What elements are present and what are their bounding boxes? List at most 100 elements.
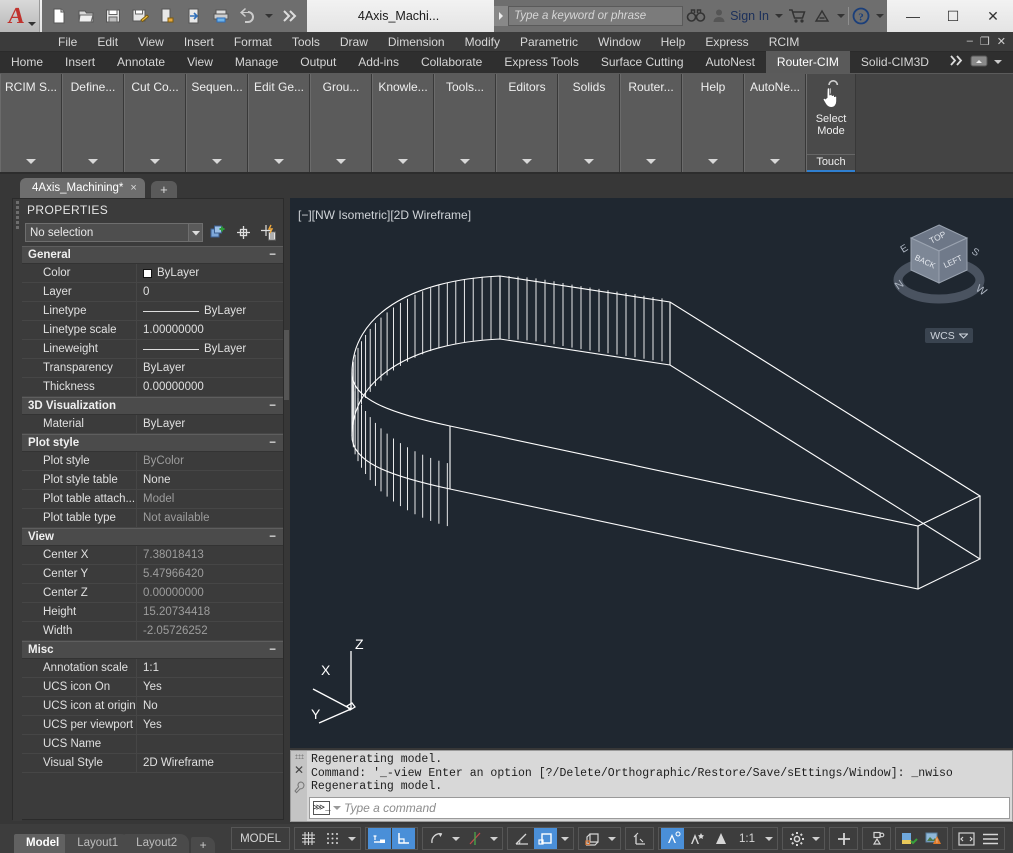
property-row-ucs-name[interactable]: UCS Name	[19, 735, 283, 754]
ribbon-state-caret-icon[interactable]	[994, 60, 1002, 64]
group-header-general[interactable]: General −	[19, 246, 283, 264]
new-layout-button[interactable]: +	[191, 837, 215, 853]
polar-caret-icon[interactable]	[449, 828, 462, 849]
drag-handle-icon[interactable]	[295, 754, 304, 759]
touch-panel-footer[interactable]: Touch	[807, 154, 855, 172]
chevron-down-icon[interactable]	[88, 159, 98, 164]
palette-grip[interactable]	[13, 199, 22, 821]
menu-tools[interactable]: Tools	[282, 32, 330, 52]
print-icon[interactable]	[209, 4, 233, 28]
export-icon[interactable]	[182, 4, 206, 28]
property-row-plot-table-attachment[interactable]: Plot table attach... Model	[19, 490, 283, 509]
sign-in-button[interactable]: Sign In	[709, 8, 772, 24]
annotation-scale-caret-icon[interactable]	[762, 828, 775, 849]
doc-minimize-icon[interactable]: –	[967, 35, 973, 48]
object-snap-caret-icon[interactable]	[558, 828, 571, 849]
ribbon-panel-editors[interactable]: Editors	[496, 74, 558, 172]
property-row-material[interactable]: Material ByLayer	[19, 415, 283, 434]
plot-preview-icon[interactable]	[155, 4, 179, 28]
tab-solid-cim3d[interactable]: Solid-CIM3D	[850, 51, 940, 73]
wcs-dropdown[interactable]: WCS	[925, 328, 973, 343]
annotation-scale-button[interactable]: 1:1	[733, 828, 761, 849]
autodesk-caret-icon[interactable]	[834, 4, 848, 28]
chevron-down-icon[interactable]	[646, 159, 656, 164]
property-row-center-x[interactable]: Center X 7.38018413	[19, 546, 283, 565]
tab-manage[interactable]: Manage	[224, 51, 289, 73]
collapse-icon[interactable]: −	[269, 644, 276, 656]
snap-mode-icon[interactable]	[321, 828, 344, 849]
collapse-icon[interactable]: −	[269, 249, 276, 261]
tab-collaborate[interactable]: Collaborate	[410, 51, 493, 73]
command-input[interactable]: Type a command	[344, 801, 436, 815]
sign-in-caret-icon[interactable]	[772, 4, 786, 28]
annotation-visibility-icon[interactable]	[661, 828, 684, 849]
touch-select-mode-panel[interactable]: Select Mode Touch	[806, 74, 856, 172]
menu-format[interactable]: Format	[224, 32, 282, 52]
save-as-icon[interactable]	[128, 4, 152, 28]
ribbon-panel-router[interactable]: Router...	[620, 74, 682, 172]
menu-parametric[interactable]: Parametric	[510, 32, 588, 52]
tab-surface-cutting[interactable]: Surface Cutting	[590, 51, 695, 73]
collapse-icon[interactable]: −	[269, 400, 276, 412]
tab-addins[interactable]: Add-ins	[347, 51, 410, 73]
ribbon-overflow-icon[interactable]	[950, 55, 964, 69]
palette-scrollbar[interactable]	[284, 330, 289, 400]
property-row-linetype-scale[interactable]: Linetype scale 1.00000000	[19, 321, 283, 340]
menu-draw[interactable]: Draw	[330, 32, 378, 52]
command-history[interactable]: Regenerating model. Command: '_-view Ent…	[307, 751, 1012, 796]
autoscale-annotation-icon[interactable]	[685, 828, 708, 849]
minimize-button[interactable]: —	[893, 0, 933, 32]
drawing-tab[interactable]: 4Axis_Machining* ×	[20, 178, 145, 198]
tab-insert[interactable]: Insert	[54, 51, 106, 73]
property-row-linetype[interactable]: Linetype ByLayer	[19, 302, 283, 321]
chevron-down-icon[interactable]	[150, 159, 160, 164]
help-caret-icon[interactable]	[873, 4, 887, 28]
menu-rcim[interactable]: RCIM	[759, 32, 810, 52]
doc-close-icon[interactable]: ✕	[997, 35, 1006, 48]
property-row-annotation-scale[interactable]: Annotation scale 1:1	[19, 659, 283, 678]
undo-dropdown-caret[interactable]	[263, 4, 275, 28]
tab-home[interactable]: Home	[0, 51, 54, 73]
ribbon-minimize-icon[interactable]	[970, 55, 988, 70]
property-row-width[interactable]: Width -2.05726252	[19, 622, 283, 641]
layout-tab-layout2[interactable]: Layout2	[124, 834, 189, 853]
property-row-ucs-icon-at-origin[interactable]: UCS icon at origin No	[19, 697, 283, 716]
menu-dimension[interactable]: Dimension	[378, 32, 455, 52]
object-snap-icon[interactable]	[534, 828, 557, 849]
clean-screen-icon[interactable]	[955, 828, 978, 849]
doc-restore-icon[interactable]: ❐	[980, 35, 990, 48]
property-row-plot-style[interactable]: Plot style ByColor	[19, 452, 283, 471]
chevron-down-icon[interactable]	[460, 159, 470, 164]
model-space-button[interactable]: MODEL	[234, 828, 287, 849]
quick-select-icon[interactable]	[209, 223, 228, 242]
property-row-visual-style[interactable]: Visual Style 2D Wireframe	[19, 754, 283, 773]
ribbon-panel-define[interactable]: Define...	[62, 74, 124, 172]
selection-combobox[interactable]: No selection	[25, 223, 203, 242]
ribbon-panel-group[interactable]: Grou...	[310, 74, 372, 172]
property-row-thickness[interactable]: Thickness 0.00000000	[19, 378, 283, 397]
customization-plus-icon[interactable]	[832, 828, 855, 849]
more-commands-icon[interactable]	[278, 4, 302, 28]
property-row-transparency[interactable]: Transparency ByLayer	[19, 359, 283, 378]
menu-edit[interactable]: Edit	[87, 32, 128, 52]
osnap-tracking-caret-icon[interactable]	[487, 828, 500, 849]
ribbon-panel-knowledge[interactable]: Knowle...	[372, 74, 434, 172]
3d-object-snap-icon[interactable]	[581, 828, 604, 849]
search-expand-icon[interactable]	[494, 6, 508, 26]
property-value[interactable]: ByLayer	[137, 267, 283, 279]
undo-icon[interactable]	[236, 4, 260, 28]
snap-dropdown-caret-icon[interactable]	[345, 828, 358, 849]
menu-help[interactable]: Help	[651, 32, 696, 52]
chevron-down-icon[interactable]	[584, 159, 594, 164]
ribbon-panel-rcim-s[interactable]: RCIM S...	[0, 74, 62, 172]
chevron-down-icon[interactable]	[708, 159, 718, 164]
chevron-down-icon[interactable]	[770, 159, 780, 164]
ribbon-panel-sequence[interactable]: Sequen...	[186, 74, 248, 172]
command-line-grip[interactable]: ✕	[291, 751, 307, 821]
search-icon[interactable]	[683, 3, 709, 29]
property-row-plot-style-table[interactable]: Plot style table None	[19, 471, 283, 490]
layout-tab-model[interactable]: Model	[14, 834, 71, 853]
ribbon-panel-edit-ge[interactable]: Edit Ge...	[248, 74, 310, 172]
chevron-down-icon[interactable]	[522, 159, 532, 164]
shopping-cart-icon[interactable]	[786, 4, 810, 28]
